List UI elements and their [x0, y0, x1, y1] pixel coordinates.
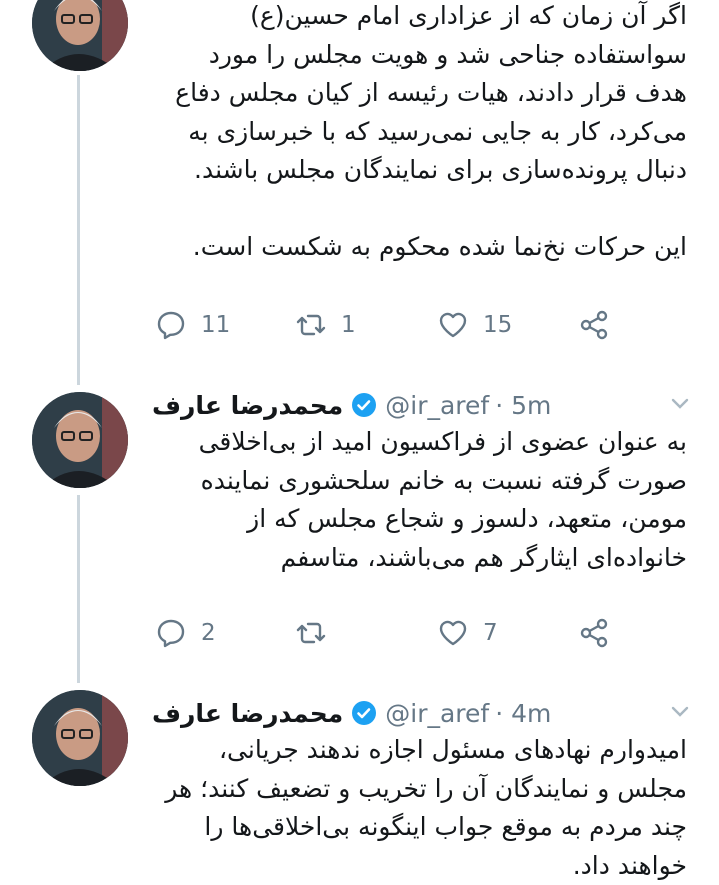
share-button[interactable]	[578, 613, 624, 653]
share-icon	[580, 310, 608, 340]
like-button[interactable]: 7	[437, 613, 498, 653]
share-icon	[580, 618, 608, 648]
chevron-down-icon[interactable]	[668, 391, 692, 415]
profile-photo-icon	[32, 690, 128, 786]
tweet-timestamp[interactable]: · 5m	[495, 391, 551, 420]
reply-button[interactable]: 11	[155, 305, 230, 345]
tweet-header: محمدرضا عارف @ir_aref · 4m	[152, 693, 692, 733]
heart-icon	[439, 312, 467, 338]
thread-line	[77, 75, 80, 385]
profile-photo-icon	[32, 392, 128, 488]
heart-icon	[439, 620, 467, 646]
tweet-actions: 2 7	[155, 613, 625, 653]
profile-photo-icon	[32, 0, 128, 71]
retweet-button[interactable]	[295, 613, 341, 653]
tweet-actions: 11 1 15	[155, 305, 625, 345]
reply-icon	[157, 619, 185, 648]
reply-count: 11	[201, 312, 231, 338]
reply-icon	[157, 311, 185, 340]
reply-count: 2	[201, 620, 216, 646]
retweet-count: 1	[341, 312, 356, 338]
display-name[interactable]: محمدرضا عارف	[152, 391, 343, 420]
like-count: 15	[483, 312, 513, 338]
user-handle[interactable]: @ir_aref	[385, 699, 489, 728]
like-button[interactable]: 15	[437, 305, 512, 345]
display-name[interactable]: محمدرضا عارف	[152, 699, 343, 728]
avatar[interactable]	[32, 690, 128, 786]
verified-badge-icon	[352, 701, 377, 725]
share-button[interactable]	[578, 305, 624, 345]
like-count: 7	[483, 620, 498, 646]
tweet-timestamp[interactable]: · 4m	[495, 699, 551, 728]
reply-button[interactable]: 2	[155, 613, 216, 653]
thread-line	[77, 495, 80, 683]
tweet-text: امیدوارم نهادهای مسئول اجازه ندهند جریان…	[165, 735, 687, 880]
user-handle[interactable]: @ir_aref	[385, 391, 489, 420]
tweet-text: اگر آن زمان که از عزاداری امام حسین(ع) س…	[175, 1, 687, 261]
avatar[interactable]	[32, 392, 128, 488]
tweet-header: محمدرضا عارف @ir_aref · 5m	[152, 385, 692, 425]
retweet-icon	[296, 622, 326, 644]
retweet-button[interactable]: 1	[295, 305, 356, 345]
chevron-down-icon[interactable]	[668, 699, 692, 723]
verified-badge-icon	[352, 393, 377, 417]
avatar[interactable]	[32, 0, 128, 71]
tweet-text: به عنوان عضوی از فراکسیون امید از بی‌اخل…	[198, 427, 687, 572]
retweet-icon	[296, 314, 326, 336]
